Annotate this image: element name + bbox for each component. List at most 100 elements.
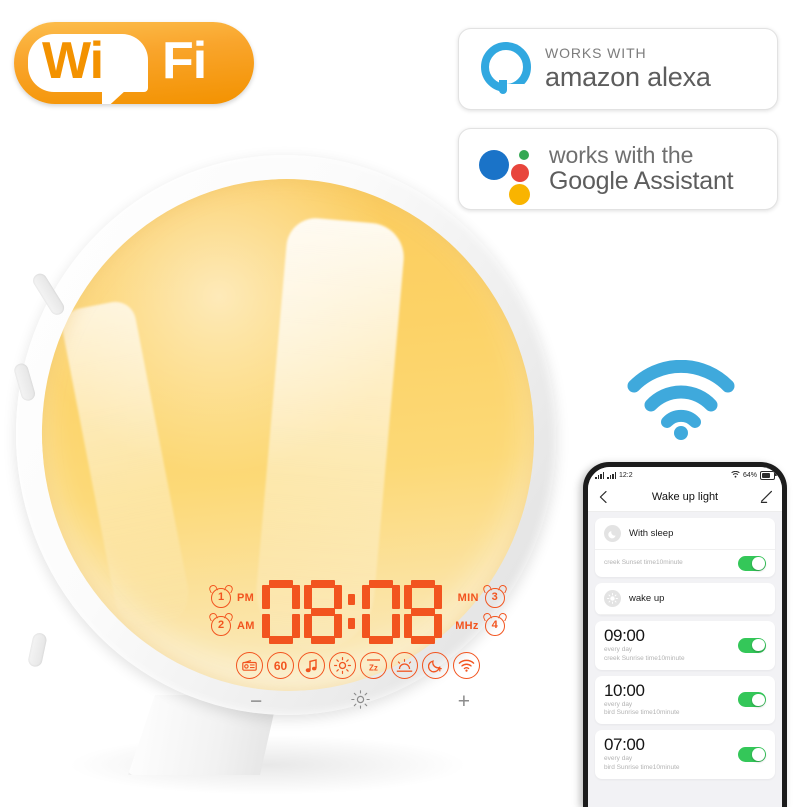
alarm-info: 09:00 every day creek Sunrise time10minu…	[604, 627, 685, 664]
alarm-number-2: 2	[211, 616, 231, 636]
google-works-with-label: works with the	[549, 142, 694, 168]
minus-button[interactable]: −	[250, 691, 262, 712]
sleep-schedule-note: creek Sunset time10minute	[604, 559, 683, 567]
digit-hour-tens	[261, 580, 300, 644]
clock-colon	[346, 580, 358, 644]
with-sleep-header[interactable]: With sleep	[595, 518, 775, 550]
side-button-top[interactable]	[30, 271, 67, 318]
pm-label: PM	[237, 592, 255, 604]
snooze-zz-icon: Zz	[360, 652, 387, 679]
table-row[interactable]: 10:00 every day bird Sunrise time10minut…	[595, 676, 775, 725]
side-button-bottom[interactable]	[27, 631, 48, 668]
wake-up-label: wake up	[629, 593, 665, 604]
mhz-label: MHz	[455, 620, 479, 632]
digit-hour-ones	[303, 580, 342, 644]
alarm-bell-icon: 4	[481, 611, 508, 639]
page-title: Wake up light	[651, 491, 719, 503]
battery-percent-label: 64%	[742, 471, 757, 479]
min-label: MIN	[457, 592, 479, 604]
led-display-panel: 1 PM 2 AM MIN 3 MHz 4 60 Zz − +	[207, 580, 538, 712]
with-sleep-card: With sleep creek Sunset time10minute	[595, 518, 775, 577]
alarm-toggle[interactable]	[738, 637, 766, 653]
alarm-number-4: 4	[484, 616, 505, 636]
alarm-number-1: 1	[211, 588, 231, 608]
right-alarm-indicators: MIN 3 MHz 4	[449, 583, 508, 639]
alarm-sound: bird Sunrise time10minute	[604, 709, 680, 717]
status-icon-row: 60 Zz	[236, 652, 480, 679]
wake-up-card: wake up	[595, 583, 775, 615]
sleep-toggle[interactable]	[738, 556, 766, 571]
sunrise-icon	[391, 652, 418, 679]
phone-status-bar: 12:2 64%	[588, 467, 782, 483]
wifi-logo-fi-text: Fi	[162, 32, 207, 90]
side-button-middle[interactable]	[12, 361, 37, 403]
alarm-list-card: 07:00 every day bird Sunrise time10minut…	[595, 730, 775, 779]
wifi-logo-badge: Wi Fi	[14, 22, 254, 104]
google-badge-text: works with the Google Assistant	[549, 142, 734, 196]
wake-up-header[interactable]: wake up	[595, 583, 775, 615]
alarm-bell-icon: 2	[207, 611, 235, 639]
status-wifi-icon	[731, 470, 740, 480]
sunrise-icon	[604, 590, 621, 607]
device-shadow	[68, 735, 468, 795]
list-item[interactable]: creek Sunset time10minute	[595, 550, 775, 577]
alarm-sound: bird Sunrise time10minute	[604, 763, 680, 771]
alarm-repeat: every day	[604, 755, 633, 763]
alarm-bell-icon: 1	[207, 583, 235, 611]
wifi-status-icon	[453, 652, 480, 679]
back-arrow-icon[interactable]	[597, 490, 611, 504]
touch-control-row: − +	[250, 690, 470, 713]
alexa-ring-icon	[473, 40, 545, 98]
alarm-toggle[interactable]	[738, 746, 766, 762]
brightness-sun-icon	[329, 652, 356, 679]
mhz-indicator: MHz 4	[449, 611, 508, 639]
alarm-number-3: 3	[484, 588, 505, 608]
min-indicator: MIN 3	[449, 583, 508, 611]
edit-pencil-icon[interactable]	[759, 490, 773, 504]
sleep-timer-60-icon: 60	[267, 652, 294, 679]
signal-icon-2	[607, 471, 616, 479]
alarm-toggle[interactable]	[738, 692, 766, 708]
google-brand-label: Google Assistant	[549, 167, 734, 195]
left-alarm-indicators: 1 PM 2 AM	[207, 583, 255, 639]
alarm-time: 10:00	[604, 680, 645, 700]
battery-icon	[760, 470, 777, 480]
wake-up-light-device: 1 PM 2 AM MIN 3 MHz 4 60 Zz − +	[0, 136, 575, 795]
works-with-alexa-badge: WORKS WITH amazon alexa	[458, 28, 778, 110]
digit-minute-ones	[403, 580, 442, 644]
alarm-info: 10:00 every day bird Sunrise time10minut…	[604, 680, 680, 719]
alarm-indicator-2: 2 AM	[207, 611, 255, 639]
digit-minute-tens	[361, 580, 400, 644]
alarm-repeat: every day	[604, 700, 633, 708]
table-row[interactable]: 07:00 every day bird Sunrise time10minut…	[595, 730, 775, 779]
alarm-time: 07:00	[604, 735, 645, 755]
svg-text:Zz: Zz	[369, 664, 378, 673]
app-title-bar: Wake up light	[588, 483, 782, 512]
alarm-list-card: 09:00 every day creek Sunrise time10minu…	[595, 621, 775, 670]
status-time: 12:2	[619, 471, 633, 479]
phone-screen: 12:2 64% Wake up light With sleep creek …	[588, 467, 782, 807]
brightness-button[interactable]	[350, 690, 370, 713]
alexa-works-with-label: WORKS WITH	[545, 45, 647, 61]
with-sleep-label: With sleep	[629, 528, 674, 539]
wifi-logo-wi-text: Wi	[42, 32, 104, 90]
radio-icon	[236, 652, 263, 679]
music-note-icon	[298, 652, 325, 679]
alarm-time: 09:00	[604, 626, 645, 645]
moon-night-icon	[422, 652, 449, 679]
alexa-badge-text: WORKS WITH amazon alexa	[545, 45, 711, 93]
am-label: AM	[237, 620, 255, 632]
alarm-repeat: every day	[604, 646, 633, 653]
wifi-signal-icon	[626, 359, 736, 440]
alarm-sound: creek Sunrise time10minute	[604, 654, 685, 662]
signal-icon-1	[595, 471, 604, 479]
smartphone-mockup: 12:2 64% Wake up light With sleep creek …	[583, 462, 787, 807]
moon-icon	[604, 525, 621, 542]
alarm-list-card: 10:00 every day bird Sunrise time10minut…	[595, 675, 775, 725]
alexa-brand-label: amazon alexa	[545, 62, 711, 92]
alarm-bell-icon: 3	[481, 583, 508, 611]
alarm-indicator-1: 1 PM	[207, 583, 255, 611]
plus-button[interactable]: +	[458, 691, 470, 712]
table-row[interactable]: 09:00 every day creek Sunrise time10minu…	[595, 621, 775, 670]
alarm-info: 07:00 every day bird Sunrise time10minut…	[604, 736, 680, 773]
